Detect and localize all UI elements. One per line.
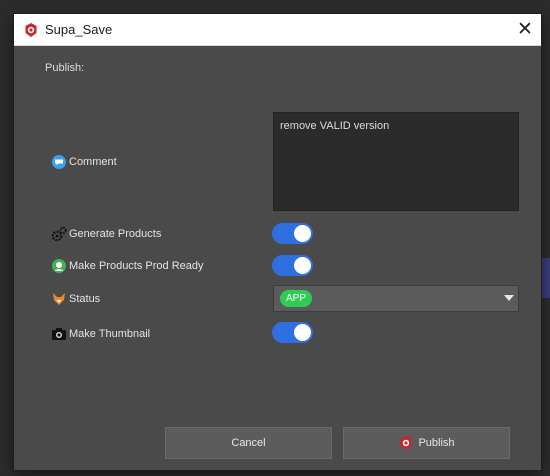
fox-icon xyxy=(51,291,67,307)
publish-button[interactable]: Publish xyxy=(343,427,510,459)
toggle-knob xyxy=(294,225,311,242)
generate-products-toggle[interactable] xyxy=(272,223,313,244)
cancel-button-label: Cancel xyxy=(231,437,266,449)
close-button[interactable]: ✕ xyxy=(509,14,541,45)
green-badge-icon xyxy=(51,258,67,274)
status-badge: APP xyxy=(280,290,313,307)
prod-ready-label: Make Products Prod Ready xyxy=(69,260,204,272)
comment-label-row: Comment xyxy=(51,153,117,171)
gears-icon xyxy=(51,226,67,242)
status-dropdown[interactable]: APP xyxy=(273,285,519,312)
camera-icon xyxy=(51,326,67,342)
thumbnail-label: Make Thumbnail xyxy=(69,328,151,340)
title-bar: Supa_Save ✕ xyxy=(14,14,541,46)
generate-products-label: Generate Products xyxy=(69,228,162,240)
thumbnail-toggle[interactable] xyxy=(272,322,313,343)
chevron-down-icon[interactable] xyxy=(504,295,514,301)
status-label: Status xyxy=(69,293,101,305)
comment-label: Comment xyxy=(69,156,117,168)
section-title: Publish: xyxy=(45,62,85,74)
supa-save-dialog: Supa_Save ✕ Publish: Comment remove VALI… xyxy=(14,14,541,470)
prod-ready-label-row: Make Products Prod Ready xyxy=(51,257,204,275)
supa-save-logo-icon xyxy=(23,22,39,38)
prod-ready-toggle[interactable] xyxy=(272,255,313,276)
window-title: Supa_Save xyxy=(45,22,113,37)
supa-save-logo-icon xyxy=(398,435,414,451)
toggle-knob xyxy=(294,257,311,274)
publish-button-label: Publish xyxy=(418,437,455,449)
comment-input[interactable]: remove VALID version xyxy=(273,112,519,211)
status-label-row: Status xyxy=(51,290,100,308)
cancel-button[interactable]: Cancel xyxy=(165,427,332,459)
comment-bubble-icon xyxy=(51,154,67,170)
generate-products-label-row: Generate Products xyxy=(51,225,161,243)
thumbnail-label-row: Make Thumbnail xyxy=(51,325,150,343)
toggle-knob xyxy=(294,324,311,341)
